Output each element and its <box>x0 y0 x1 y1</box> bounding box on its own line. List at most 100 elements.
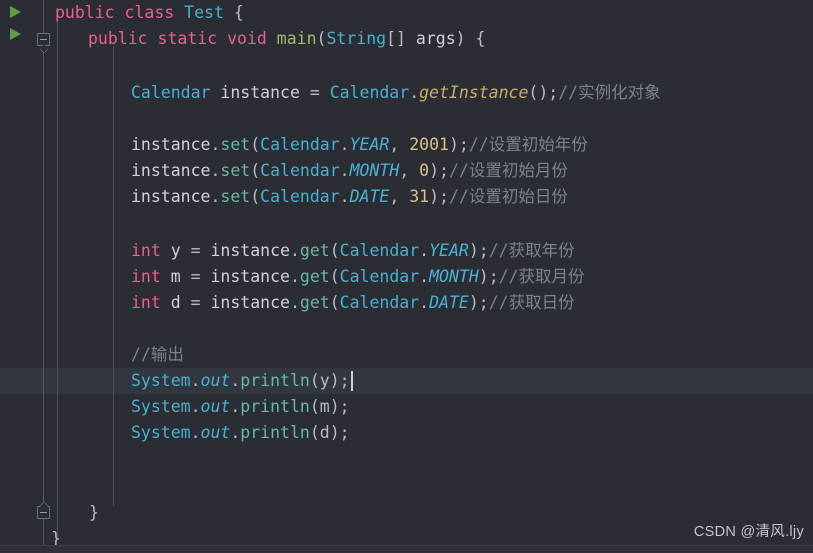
code-token: //实例化对象 <box>558 83 661 102</box>
code-token: { <box>233 3 244 22</box>
code-token: args <box>415 29 456 48</box>
code-token: instance <box>210 267 290 286</box>
code-line[interactable]: System.out.println(y); <box>0 368 350 394</box>
code-line[interactable]: instance.set(Calendar.MONTH, 0);//设置初始月份 <box>0 158 568 184</box>
code-token: get <box>299 241 330 260</box>
code-token: ); <box>468 293 489 312</box>
code-token: . <box>190 371 201 390</box>
code-token: println <box>240 397 310 416</box>
code-token: = <box>190 267 211 286</box>
code-token: DATE <box>429 293 469 312</box>
code-token: set <box>220 187 251 206</box>
code-token: ( <box>329 293 340 312</box>
code-token: ); <box>478 267 499 286</box>
code-line[interactable]: instance.set(Calendar.YEAR, 2001);//设置初始… <box>0 132 588 158</box>
code-token: . <box>339 161 350 180</box>
code-token: . <box>409 83 420 102</box>
code-line[interactable]: System.out.println(m); <box>0 394 350 420</box>
code-token: System <box>131 423 191 442</box>
code-token: . <box>230 397 241 416</box>
code-token: ( <box>250 135 261 154</box>
code-text-area[interactable]: public class Test {public static void ma… <box>0 0 813 553</box>
code-token: YEAR <box>429 241 469 260</box>
code-token: main <box>276 29 317 48</box>
code-token: = <box>309 83 330 102</box>
code-token: int <box>131 241 161 260</box>
code-token: 31 <box>409 187 430 206</box>
code-token: ( <box>316 29 327 48</box>
code-token: int <box>131 267 161 286</box>
code-token: //获取年份 <box>488 241 575 260</box>
code-line[interactable]: public class Test { <box>0 0 244 26</box>
code-token: public <box>88 29 148 48</box>
code-token: . <box>419 267 430 286</box>
code-token: 2001 <box>409 135 449 154</box>
code-line[interactable]: } <box>0 500 99 526</box>
code-token: get <box>299 267 330 286</box>
code-editor[interactable]: public class Test {public static void ma… <box>0 0 813 553</box>
code-line[interactable]: int d = instance.get(Calendar.DATE);//获取… <box>0 290 575 316</box>
code-token: ); <box>448 135 469 154</box>
code-token: get <box>299 293 330 312</box>
code-token: int <box>131 293 161 312</box>
code-line[interactable]: public static void main(String[] args) { <box>0 26 485 52</box>
code-token: instance <box>210 83 310 102</box>
code-token: , <box>399 161 420 180</box>
code-token: //获取日份 <box>488 293 575 312</box>
code-token: , <box>389 135 410 154</box>
code-token: Calendar <box>260 135 340 154</box>
code-token: ) { <box>455 29 486 48</box>
code-token: set <box>220 161 251 180</box>
code-token: out <box>200 371 231 390</box>
code-token: Calendar <box>260 187 340 206</box>
code-line[interactable]: //输出 <box>0 342 184 368</box>
code-token: set <box>220 135 251 154</box>
code-token: ( <box>250 161 261 180</box>
code-token: ); <box>468 241 489 260</box>
code-token: //设置初始日份 <box>448 187 568 206</box>
code-token: //设置初始月份 <box>448 161 568 180</box>
code-token: } <box>89 503 99 522</box>
code-token: Calendar <box>339 267 420 286</box>
code-token: static <box>157 29 218 48</box>
code-line[interactable]: Calendar instance = Calendar.getInstance… <box>0 80 661 106</box>
code-token: ); <box>429 161 449 180</box>
code-token: . <box>289 293 300 312</box>
code-token: . <box>210 187 221 206</box>
code-token: ( <box>329 241 340 260</box>
code-line[interactable]: int m = instance.get(Calendar.MONTH);//获… <box>0 264 585 290</box>
code-token: = <box>190 241 211 260</box>
code-token: instance <box>131 187 211 206</box>
code-token: void <box>227 29 267 48</box>
code-line[interactable]: System.out.println(d); <box>0 420 350 446</box>
code-line[interactable]: int y = instance.get(Calendar.YEAR);//获取… <box>0 238 575 264</box>
code-token: instance <box>131 135 211 154</box>
code-token: Calendar <box>339 241 420 260</box>
code-token: (m); <box>309 397 350 416</box>
code-token: instance <box>131 161 211 180</box>
code-token: , <box>389 187 410 206</box>
code-token: //输出 <box>131 345 184 364</box>
code-token: ( <box>329 267 340 286</box>
code-token: Calendar <box>339 293 420 312</box>
code-token: m <box>160 267 191 286</box>
code-token: ); <box>429 187 449 206</box>
code-token: instance <box>210 241 290 260</box>
code-token: println <box>240 371 310 390</box>
code-token: . <box>339 187 350 206</box>
code-token: ( <box>250 187 261 206</box>
code-token: . <box>230 371 241 390</box>
code-token: = <box>190 293 211 312</box>
code-token: YEAR <box>349 135 390 154</box>
code-token: Test <box>184 3 224 22</box>
code-token: public <box>55 3 115 22</box>
code-token: System <box>131 371 191 390</box>
code-line[interactable]: instance.set(Calendar.DATE, 31);//设置初始日份 <box>0 184 568 210</box>
code-token: . <box>230 423 241 442</box>
